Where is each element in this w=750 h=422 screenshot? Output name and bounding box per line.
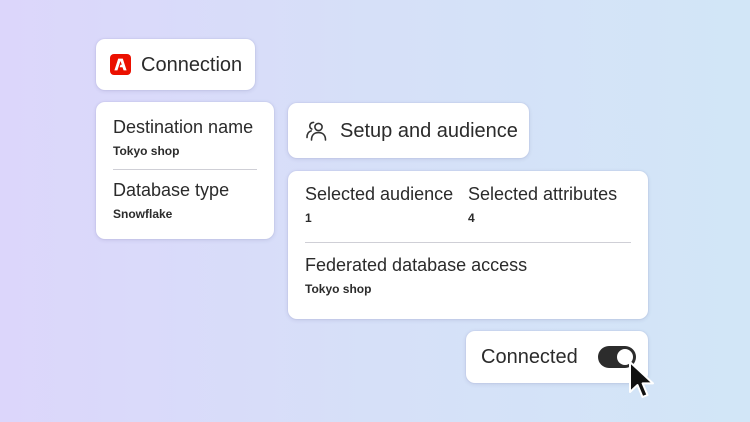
selected-audience-value: 1	[305, 210, 312, 225]
pointer-cursor-icon	[629, 361, 654, 398]
selected-audience-field: Selected audience 1	[305, 184, 468, 225]
audience-divider	[305, 241, 631, 243]
details-divider	[113, 168, 257, 170]
connected-status-card: Connected	[466, 331, 648, 383]
people-icon	[306, 121, 327, 141]
federated-access-label: Federated database access	[305, 254, 528, 275]
setup-audience-title: Setup and audience	[340, 119, 518, 142]
destination-details-card: Destination name Tokyo shop Database typ…	[96, 102, 274, 239]
selected-attributes-field: Selected attributes 4	[468, 184, 631, 225]
destination-name-label: Destination name	[113, 117, 254, 137]
selected-attributes-value: 4	[468, 210, 475, 225]
connected-label: Connected	[481, 345, 578, 368]
selected-attributes-label: Selected attributes	[468, 184, 618, 204]
connection-title: Connection	[141, 53, 243, 76]
audience-stats-row: Selected audience 1 Selected attributes …	[305, 184, 631, 225]
audience-details-card: Selected audience 1 Selected attributes …	[288, 171, 648, 319]
setup-audience-header-card: Setup and audience	[288, 103, 529, 158]
federated-access-value: Tokyo shop	[305, 281, 372, 296]
adobe-logo-icon	[110, 54, 131, 75]
database-type-label: Database type	[113, 179, 230, 200]
connection-header-card: Connection	[96, 39, 255, 90]
selected-audience-label: Selected audience	[305, 184, 454, 204]
database-type-value: Snowflake	[113, 206, 173, 221]
destination-name-value: Tokyo shop	[113, 143, 180, 158]
